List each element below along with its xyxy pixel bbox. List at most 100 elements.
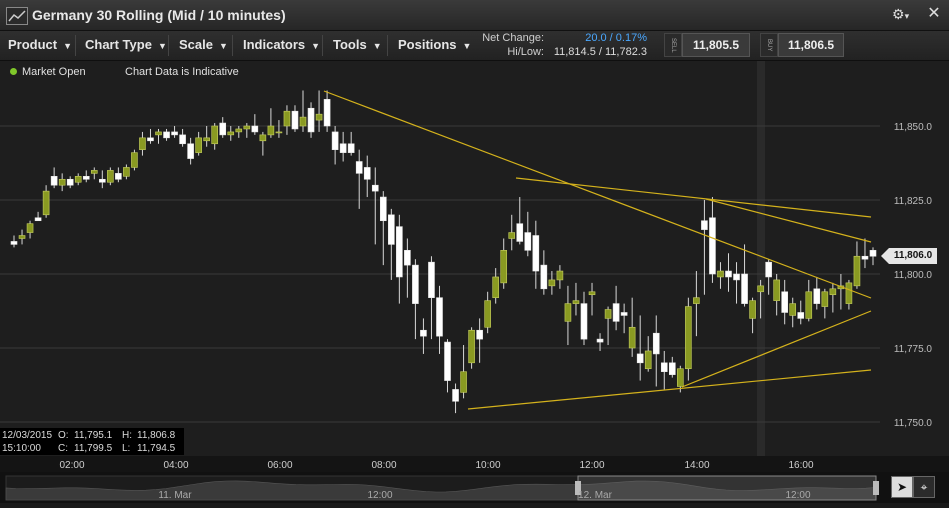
candle-body — [371, 184, 379, 192]
candle-body — [508, 232, 516, 239]
menu-product[interactable]: Product ▼ — [8, 37, 72, 52]
menu-divider — [322, 35, 323, 56]
candle-body — [58, 178, 66, 186]
candle-body — [139, 137, 146, 150]
trendline — [467, 369, 872, 410]
ohlc-close: 11,799.5 — [74, 443, 113, 454]
candle-body — [668, 362, 676, 375]
y-tick-label: 11,775.0 — [894, 344, 933, 355]
window-title: Germany 30 Rolling (Mid / 10 minutes) — [32, 7, 286, 23]
candle-body — [99, 178, 106, 183]
candle-body — [34, 217, 42, 222]
close-icon[interactable]: ✕ — [924, 4, 944, 24]
candle-body — [412, 264, 419, 304]
candle-body — [556, 270, 564, 281]
candle-body — [869, 250, 877, 257]
candle-body — [50, 176, 58, 186]
candle-body — [644, 350, 652, 370]
gear-icon[interactable]: ⚙▾ — [892, 6, 909, 23]
crosshair-tool-button[interactable]: ⌖ — [913, 476, 935, 498]
candle-body — [420, 329, 427, 337]
menu-indicators[interactable]: Indicators ▼ — [243, 37, 320, 52]
candle-body — [291, 110, 299, 130]
current-session-band — [757, 61, 765, 456]
candlestick-chart[interactable]: 11,850.0 11,825.0 11,800.0 11,775.0 11,750.0 — [0, 61, 949, 456]
menu-tools[interactable]: Tools ▼ — [333, 37, 382, 52]
candle-body — [829, 288, 837, 296]
candle-body — [444, 341, 451, 381]
candle-body — [259, 134, 267, 142]
candle-body — [355, 161, 363, 174]
ohlc-open: 11,795.1 — [74, 430, 113, 441]
menu-divider — [75, 35, 76, 56]
candle-body — [131, 152, 138, 168]
candle-body — [781, 291, 788, 313]
x-tick-label: 12:00 — [579, 460, 604, 471]
candle-body — [211, 125, 219, 145]
title-bar: Germany 30 Rolling (Mid / 10 minutes) ⚙▾… — [0, 0, 949, 31]
candle-body — [524, 232, 532, 251]
candle-body — [315, 113, 323, 121]
candle-body — [10, 241, 18, 245]
chart-app-icon — [6, 7, 28, 25]
net-change-label: Net Change: — [482, 32, 544, 44]
candle-body — [853, 255, 861, 287]
candle-body — [845, 282, 853, 304]
trendline — [515, 177, 872, 218]
navigator-handle-right — [873, 481, 879, 495]
candle-body — [171, 131, 178, 136]
last-price-tag: 11,806.0 — [881, 248, 937, 264]
candle-body — [404, 250, 411, 266]
sell-price-button[interactable]: 11,805.5 — [682, 33, 750, 57]
candle-body — [636, 353, 644, 364]
candle-body — [275, 131, 283, 134]
candle-body — [219, 122, 227, 136]
navigator-label: 12:00 — [367, 490, 392, 501]
candle-body — [452, 389, 459, 402]
candle-body — [388, 214, 395, 245]
ohlc-low: 11,794.5 — [137, 443, 176, 454]
candle-body — [596, 338, 604, 343]
menu-positions[interactable]: Positions ▼ — [398, 37, 471, 52]
ohlc-low-label: L: — [122, 443, 131, 454]
candle-body — [476, 329, 483, 340]
chart-area[interactable]: 11,850.0 11,825.0 11,800.0 11,775.0 11,750.0 — [0, 61, 949, 456]
candle-body — [179, 134, 186, 145]
x-tick-label: 06:00 — [267, 460, 292, 471]
candle-body — [235, 128, 243, 133]
menu-chart-type[interactable]: Chart Type ▼ — [85, 37, 167, 52]
buy-tag: BUY — [760, 33, 778, 57]
menu-divider — [387, 35, 388, 56]
candle-body — [251, 125, 259, 133]
candle-body — [548, 279, 556, 287]
candle-body — [532, 235, 540, 272]
candle-body — [628, 326, 636, 349]
hilo-value: 11,814.5 / 11,782.3 — [553, 46, 647, 58]
buy-price-button[interactable]: 11,806.5 — [778, 33, 844, 57]
navigator[interactable]: 11. Mar 12:00 12. Mar 12:00 — [0, 472, 949, 503]
candle-body — [797, 312, 805, 319]
candle-body — [789, 303, 797, 316]
candle-body — [339, 143, 347, 153]
menu-divider — [232, 35, 233, 56]
ohlc-date: 12/03/2015 — [2, 430, 53, 441]
market-open-dot — [10, 68, 17, 75]
x-tick-label: 14:00 — [684, 460, 709, 471]
candle-body — [701, 220, 708, 230]
menu-scale[interactable]: Scale ▼ — [179, 37, 228, 52]
x-tick-label: 04:00 — [163, 460, 188, 471]
candle-body — [66, 178, 74, 186]
candle-body — [773, 279, 780, 301]
candle-body — [813, 288, 821, 304]
candle-body — [685, 306, 692, 370]
candle-body — [187, 143, 194, 159]
candle-body — [123, 167, 130, 177]
candle-body — [379, 196, 387, 222]
candle-body — [243, 125, 251, 130]
pointer-tool-button[interactable]: ➤ — [891, 476, 913, 498]
x-tick-label: 10:00 — [475, 460, 500, 471]
trendline — [323, 90, 872, 299]
candle-body — [821, 291, 829, 307]
candle-body — [107, 170, 114, 183]
candle-body — [163, 131, 170, 139]
